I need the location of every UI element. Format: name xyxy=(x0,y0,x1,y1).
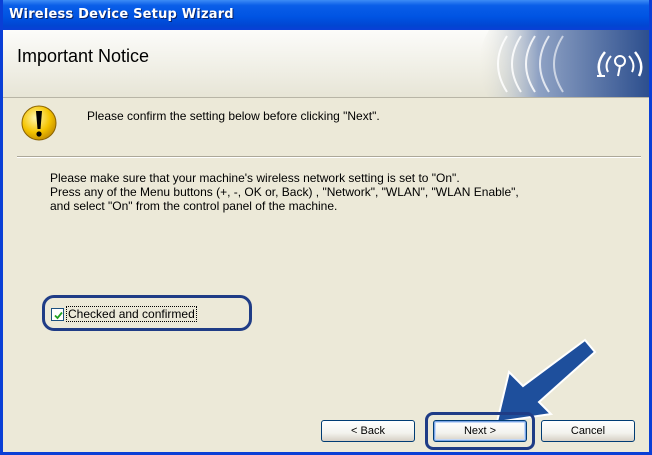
page-title: Important Notice xyxy=(17,46,150,66)
title-bar[interactable]: Wireless Device Setup Wizard xyxy=(3,0,649,30)
instructions: Please make sure that your machine's wir… xyxy=(50,171,640,213)
confirm-checkbox[interactable] xyxy=(51,307,64,321)
divider xyxy=(17,156,641,158)
back-button[interactable]: < Back xyxy=(321,420,415,442)
checkmark-icon xyxy=(54,311,63,319)
warning-icon xyxy=(21,105,57,141)
next-button[interactable]: Next > xyxy=(433,420,527,442)
notice-row: Please confirm the setting below before … xyxy=(3,99,649,157)
cancel-button[interactable]: Cancel xyxy=(541,420,635,442)
confirm-checkbox-row[interactable]: Checked and confirmed xyxy=(51,306,197,322)
wireless-signal-logo-icon xyxy=(479,30,649,97)
notice-text: Please confirm the setting below before … xyxy=(87,109,380,123)
instruction-line: Please make sure that your machine's wir… xyxy=(50,171,460,185)
instruction-line: Press any of the Menu buttons (+, -, OK … xyxy=(50,185,519,199)
instruction-line: and select "On" from the control panel o… xyxy=(50,199,338,213)
wizard-window: Wireless Device Setup Wizard Important N… xyxy=(0,0,652,455)
window-title: Wireless Device Setup Wizard xyxy=(9,7,234,22)
wizard-header: Important Notice xyxy=(3,30,649,98)
confirm-checkbox-label[interactable]: Checked and confirmed xyxy=(66,306,197,322)
